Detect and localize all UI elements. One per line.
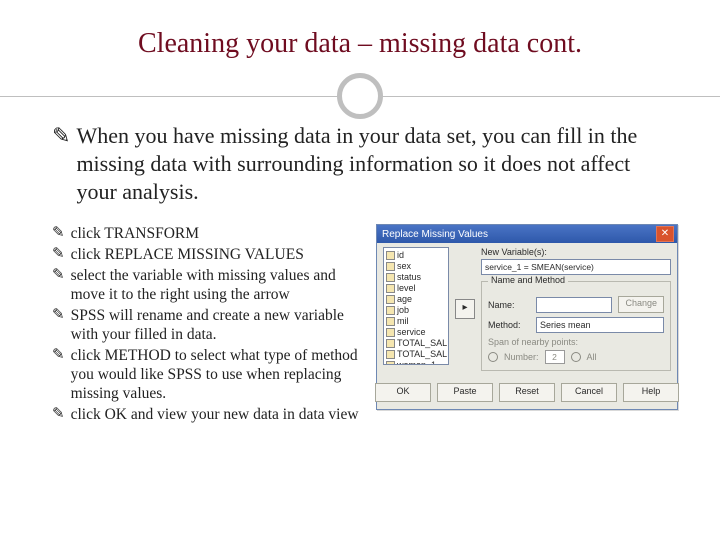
change-button[interactable]: Change — [618, 296, 664, 313]
step-text: click OK and view your new data in data … — [71, 405, 359, 424]
list-item[interactable]: women_1 — [386, 360, 446, 365]
body: ✎ When you have missing data in your dat… — [0, 114, 720, 426]
span-all-label: All — [587, 352, 597, 362]
bullet-icon: ✎ — [52, 346, 71, 403]
new-variable-list[interactable]: service_1 = SMEAN(service) — [481, 259, 671, 275]
var-icon — [386, 284, 395, 293]
var-label: service — [397, 327, 426, 338]
bullet-icon: ✎ — [52, 224, 71, 243]
ok-button[interactable]: OK — [375, 383, 431, 402]
list-item[interactable]: mil — [386, 316, 446, 327]
var-label: job — [397, 305, 409, 316]
method-row: Method: Series mean — [488, 317, 664, 333]
step-text: SPSS will rename and create a new variab… — [71, 306, 360, 344]
intro-row: ✎ When you have missing data in your dat… — [52, 122, 668, 206]
method-select[interactable]: Series mean — [536, 317, 664, 333]
group-legend: Name and Method — [488, 275, 568, 285]
list-item[interactable]: job — [386, 305, 446, 316]
span-number-field[interactable]: 2 — [545, 350, 565, 364]
cancel-button[interactable]: Cancel — [561, 383, 617, 402]
steps-list: ✎click TRANSFORM ✎click REPLACE MISSING … — [52, 224, 360, 424]
bullet-icon: ✎ — [52, 266, 71, 304]
var-label: women_1 — [397, 360, 436, 365]
var-icon — [386, 339, 395, 348]
bullet-icon: ✎ — [52, 245, 71, 264]
name-label: Name: — [488, 300, 530, 310]
step-text: click REPLACE MISSING VALUES — [71, 245, 304, 264]
help-button[interactable]: Help — [623, 383, 679, 402]
list-item[interactable]: level — [386, 283, 446, 294]
list-item: ✎click METHOD to select what type of met… — [52, 346, 360, 403]
columns: ✎click TRANSFORM ✎click REPLACE MISSING … — [52, 224, 668, 426]
bullet-icon: ✎ — [52, 405, 71, 424]
list-item[interactable]: service — [386, 327, 446, 338]
step-text: select the variable with missing values … — [71, 266, 360, 304]
var-label: age — [397, 294, 412, 305]
dialog-body: id sex status level age job mil service … — [377, 243, 677, 377]
radio-all[interactable] — [571, 352, 581, 362]
close-icon[interactable]: ✕ — [656, 226, 674, 242]
var-icon — [386, 306, 395, 315]
name-field[interactable] — [536, 297, 612, 313]
move-right-button[interactable]: ▸ — [455, 299, 475, 319]
span-number-label: Number: — [504, 352, 539, 362]
list-item: ✎click OK and view your new data in data… — [52, 405, 360, 424]
title-wrap: Cleaning your data – missing data cont. — [0, 0, 720, 60]
dialog-title: Replace Missing Values — [382, 229, 656, 240]
list-item: ✎click TRANSFORM — [52, 224, 360, 243]
dialog-buttons: OK Paste Reset Cancel Help — [377, 377, 677, 409]
var-icon — [386, 328, 395, 337]
var-label: TOTAL_SALES* — [397, 349, 449, 360]
span-row: Span of nearby points: — [488, 337, 664, 347]
span-options: Number: 2 All — [488, 350, 664, 364]
name-row: Name: Change — [488, 296, 664, 313]
var-icon — [386, 251, 395, 260]
var-label: TOTAL_SALES — [397, 338, 449, 349]
intro-text: When you have missing data in your data … — [76, 122, 668, 206]
list-item[interactable]: sex — [386, 261, 446, 272]
var-icon — [386, 262, 395, 271]
var-label: level — [397, 283, 416, 294]
screenshot-column: Replace Missing Values ✕ id sex status l… — [376, 224, 678, 426]
list-item: ✎SPSS will rename and create a new varia… — [52, 306, 360, 344]
radio-number[interactable] — [488, 352, 498, 362]
var-label: id — [397, 250, 404, 261]
var-label: mil — [397, 316, 409, 327]
var-icon — [386, 361, 395, 365]
dialog-titlebar: Replace Missing Values ✕ — [377, 225, 677, 243]
list-item[interactable]: TOTAL_SALES — [386, 338, 446, 349]
divider-ring-icon — [337, 73, 383, 119]
steps-column: ✎click TRANSFORM ✎click REPLACE MISSING … — [52, 224, 360, 426]
new-variable-label: New Variable(s): — [481, 247, 671, 257]
list-item[interactable]: age — [386, 294, 446, 305]
list-item[interactable]: TOTAL_SALES* — [386, 349, 446, 360]
new-variable-column: New Variable(s): service_1 = SMEAN(servi… — [481, 247, 671, 371]
var-icon — [386, 273, 395, 282]
var-icon — [386, 350, 395, 359]
span-label: Span of nearby points: — [488, 337, 578, 347]
bullet-icon: ✎ — [52, 306, 71, 344]
dialog-replace-missing-values: Replace Missing Values ✕ id sex status l… — [376, 224, 678, 410]
step-text: click METHOD to select what type of meth… — [71, 346, 360, 403]
dialog-top-row: id sex status level age job mil service … — [383, 247, 671, 371]
var-label: status — [397, 272, 421, 283]
step-text: click TRANSFORM — [71, 224, 199, 243]
list-item: ✎click REPLACE MISSING VALUES — [52, 245, 360, 264]
slide: Cleaning your data – missing data cont. … — [0, 0, 720, 540]
paste-button[interactable]: Paste — [437, 383, 493, 402]
var-icon — [386, 295, 395, 304]
page-title: Cleaning your data – missing data cont. — [60, 28, 660, 60]
name-method-group: Name and Method Name: Change Method: Ser… — [481, 281, 671, 371]
bullet-icon: ✎ — [52, 122, 76, 206]
var-label: sex — [397, 261, 411, 272]
list-item: ✎select the variable with missing values… — [52, 266, 360, 304]
new-variable-item: service_1 = SMEAN(service) — [485, 262, 667, 272]
divider — [0, 78, 720, 114]
list-item[interactable]: status — [386, 272, 446, 283]
list-item[interactable]: id — [386, 250, 446, 261]
reset-button[interactable]: Reset — [499, 383, 555, 402]
var-icon — [386, 317, 395, 326]
variable-list[interactable]: id sex status level age job mil service … — [383, 247, 449, 365]
method-label: Method: — [488, 320, 530, 330]
